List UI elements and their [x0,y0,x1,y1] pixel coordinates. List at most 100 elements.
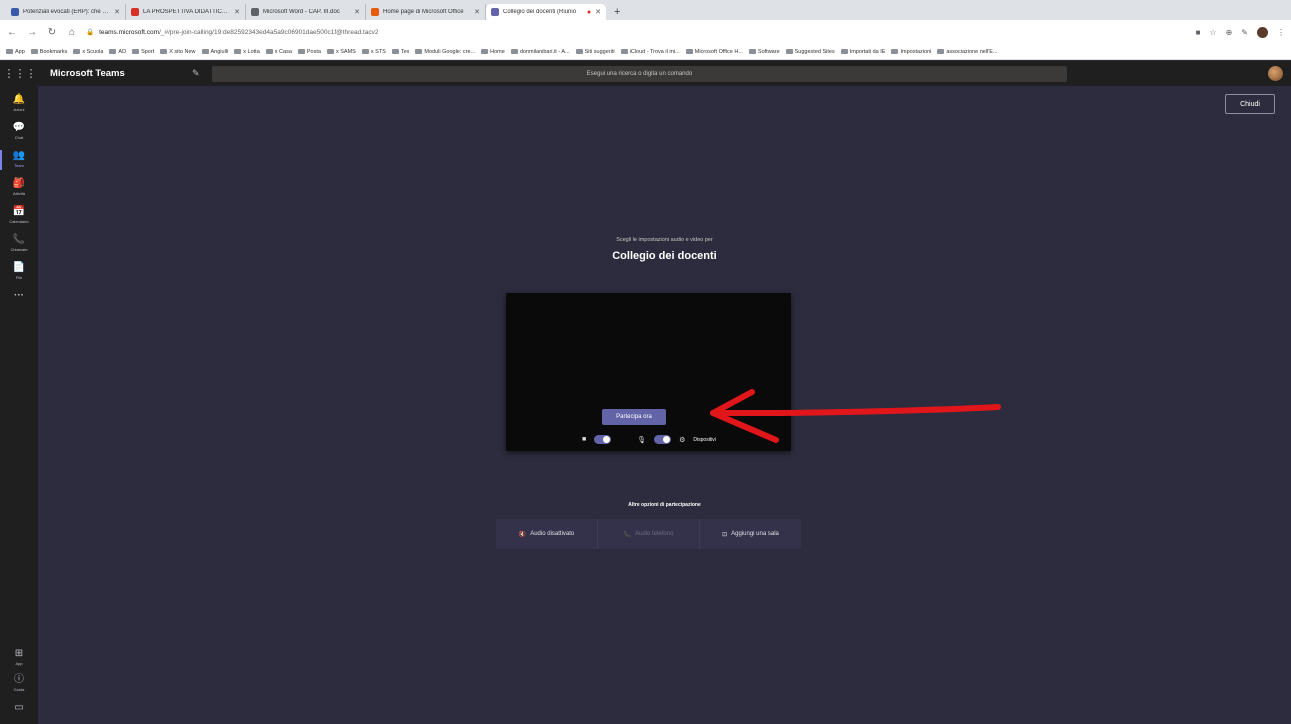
bookmark-item[interactable]: x SAMS [326,49,356,55]
bookmark-item[interactable]: Bookmarks [30,49,67,55]
option-label: Audio telefono [635,531,674,537]
bookmark-label: Suggested Sites [794,48,835,55]
browser-tab[interactable]: LA PROSPETTIVA DIDATTICA D ✕ [126,4,246,20]
rail-item-more[interactable]: ··· [0,290,38,302]
rail-item-guida[interactable]: ⓘ Guida [0,674,38,692]
bookmark-item[interactable]: associazione nell'E... [937,48,998,55]
microphone-toggle[interactable] [654,435,672,444]
rail-item-calendario[interactable]: 📅 Calendario [0,206,38,224]
rail-label: Chiamate [10,247,28,252]
bookmark-label: iCloud - Trova il mi... [629,48,680,55]
more-icon: ··· [14,290,24,301]
bookmark-label: associazione nell'E... [946,48,998,55]
close-tab-icon[interactable]: ✕ [595,8,601,16]
browser-tab[interactable]: Potenziali evocati (ERP): che co: ✕ [6,4,126,20]
phone-icon: 📞 [12,234,26,245]
add-room-option[interactable]: ⊡ Aggiungi una sala [699,519,801,549]
pen-icon[interactable]: ✎ [1241,28,1248,37]
rail-item-file[interactable]: 📄 File [0,262,38,280]
bookmark-item[interactable]: Siti suggeriti [575,48,615,55]
rail-item-chat[interactable]: 💬 Chat [0,122,38,140]
close-tab-icon[interactable]: ✕ [114,8,120,16]
bookmark-folder-icon [620,49,628,54]
close-button[interactable]: Chiudi [1225,94,1275,114]
recording-dot-icon: ● [586,8,592,16]
rail-label: Guida [13,687,25,692]
browser-tab[interactable]: Home page di Microsoft Office ✕ [366,4,486,20]
tab-title: LA PROSPETTIVA DIDATTICA D [143,9,231,15]
audio-off-option[interactable]: 🔇 Audio disattivato [496,519,597,549]
bookmark-item[interactable]: App [6,49,25,55]
user-avatar[interactable] [1268,66,1283,81]
bookmark-item[interactable]: x STS [361,49,386,55]
bookmark-folder-icon [575,49,583,54]
close-tab-icon[interactable]: ✕ [234,8,240,16]
bookmark-label: x Lotta [243,48,260,55]
rail-item-app[interactable]: ⊞ App [0,648,38,666]
rail-item-feedback[interactable]: ▭ [0,702,38,714]
bookmark-item[interactable]: Microsoft Office H... [685,49,743,55]
menu-icon[interactable]: ⋮ [1277,28,1285,37]
bookmark-item[interactable]: Software [748,49,780,55]
lock-icon: 🔒 [86,29,95,36]
phone-audio-option[interactable]: 📞 Audio telefono [597,519,699,549]
bookmark-item[interactable]: donmilanibari.it - A... [510,49,570,55]
close-tab-icon[interactable]: ✕ [354,8,360,16]
rail-item-team[interactable]: 👥 Team [0,150,38,170]
bookmark-label: Siti suggeriti [584,48,615,55]
bookmark-item[interactable]: x Lotta [234,49,260,55]
bookmark-folder-icon [481,49,489,54]
tab-title: Microsoft Word - CAP. III.doc [263,9,340,15]
bookmark-folder-icon [785,49,793,54]
tab-favicon-icon [131,8,139,16]
star-icon[interactable]: ☆ [1209,28,1216,37]
option-label: Aggiungi una sala [731,531,779,537]
new-tab-button[interactable]: + [606,4,628,20]
av-controls: ■ 🎙 ⚙ Dispositivi [582,435,716,444]
bookmark-item[interactable]: Sport [132,49,154,55]
gear-icon[interactable]: ⚙ [679,436,685,444]
bookmark-item[interactable]: Suggested Sites [785,48,835,55]
rail-item-azioni[interactable]: 🔔 Azioni [0,94,38,112]
forward-icon[interactable]: → [26,27,38,38]
bookmark-item[interactable]: Home [481,49,505,55]
bookmark-item[interactable]: x Scuola [73,49,103,55]
extension-icon[interactable]: ⊕ [1226,28,1233,37]
bookmark-item[interactable]: Angiulli [201,49,228,55]
url-path: /_#/pre-join-calling/19:de82592343ed4a5a… [159,28,379,36]
rail-item-chiamate[interactable]: 📞 Chiamate [0,234,38,252]
browser-tab[interactable]: Microsoft Word - CAP. III.doc ✕ [246,4,366,20]
address-bar[interactable]: 🔒 teams.microsoft.com/_#/pre-join-callin… [86,28,1188,37]
bookmark-folder-icon [297,49,305,54]
home-icon[interactable]: ⌂ [66,27,78,38]
phone-icon: 📞 [623,531,632,538]
bookmark-item[interactable]: X sito New [160,49,196,55]
devices-label[interactable]: Dispositivi [693,437,716,443]
rail-item-attivita[interactable]: 🎒 Attività [0,178,38,196]
bookmark-folder-icon [391,49,399,54]
bookmark-item[interactable]: x Casa [265,49,292,55]
new-chat-icon[interactable]: ✎ [192,68,212,79]
browser-tab-active[interactable]: Collegio dei docenti (Riunio ● ✕ [486,4,606,20]
bookmark-item[interactable]: iCloud - Trova il mi... [620,48,680,55]
bookmark-item[interactable]: Moduli Google: cre... [415,49,475,55]
close-tab-icon[interactable]: ✕ [474,8,480,16]
join-now-button[interactable]: Partecipa ora [602,409,666,425]
search-box[interactable]: Esegui una ricerca o digita un comando [212,65,1067,82]
app-launcher-icon[interactable]: ⋮⋮⋮ [0,67,40,80]
bookmark-item[interactable]: Impostazioni [891,49,931,55]
bookmark-item[interactable]: Posta [297,49,321,55]
bookmark-folder-icon [6,49,13,54]
bookmark-item[interactable]: Importati da IE [840,49,885,55]
reload-icon[interactable]: ↻ [46,27,58,38]
meeting-title: Collegio dei docenti [612,250,717,262]
profile-avatar[interactable] [1257,26,1268,38]
room-icon: ⊡ [722,531,728,538]
bookmark-item[interactable]: AD [109,49,126,55]
bookmark-label: Home [490,48,505,55]
bookmark-item[interactable]: Tex [391,49,409,55]
back-icon[interactable]: ← [6,27,18,38]
camera-toggle[interactable] [594,435,612,444]
camera-indicator-icon[interactable]: ■ [1196,28,1201,37]
bookmark-folder-icon [201,49,209,54]
